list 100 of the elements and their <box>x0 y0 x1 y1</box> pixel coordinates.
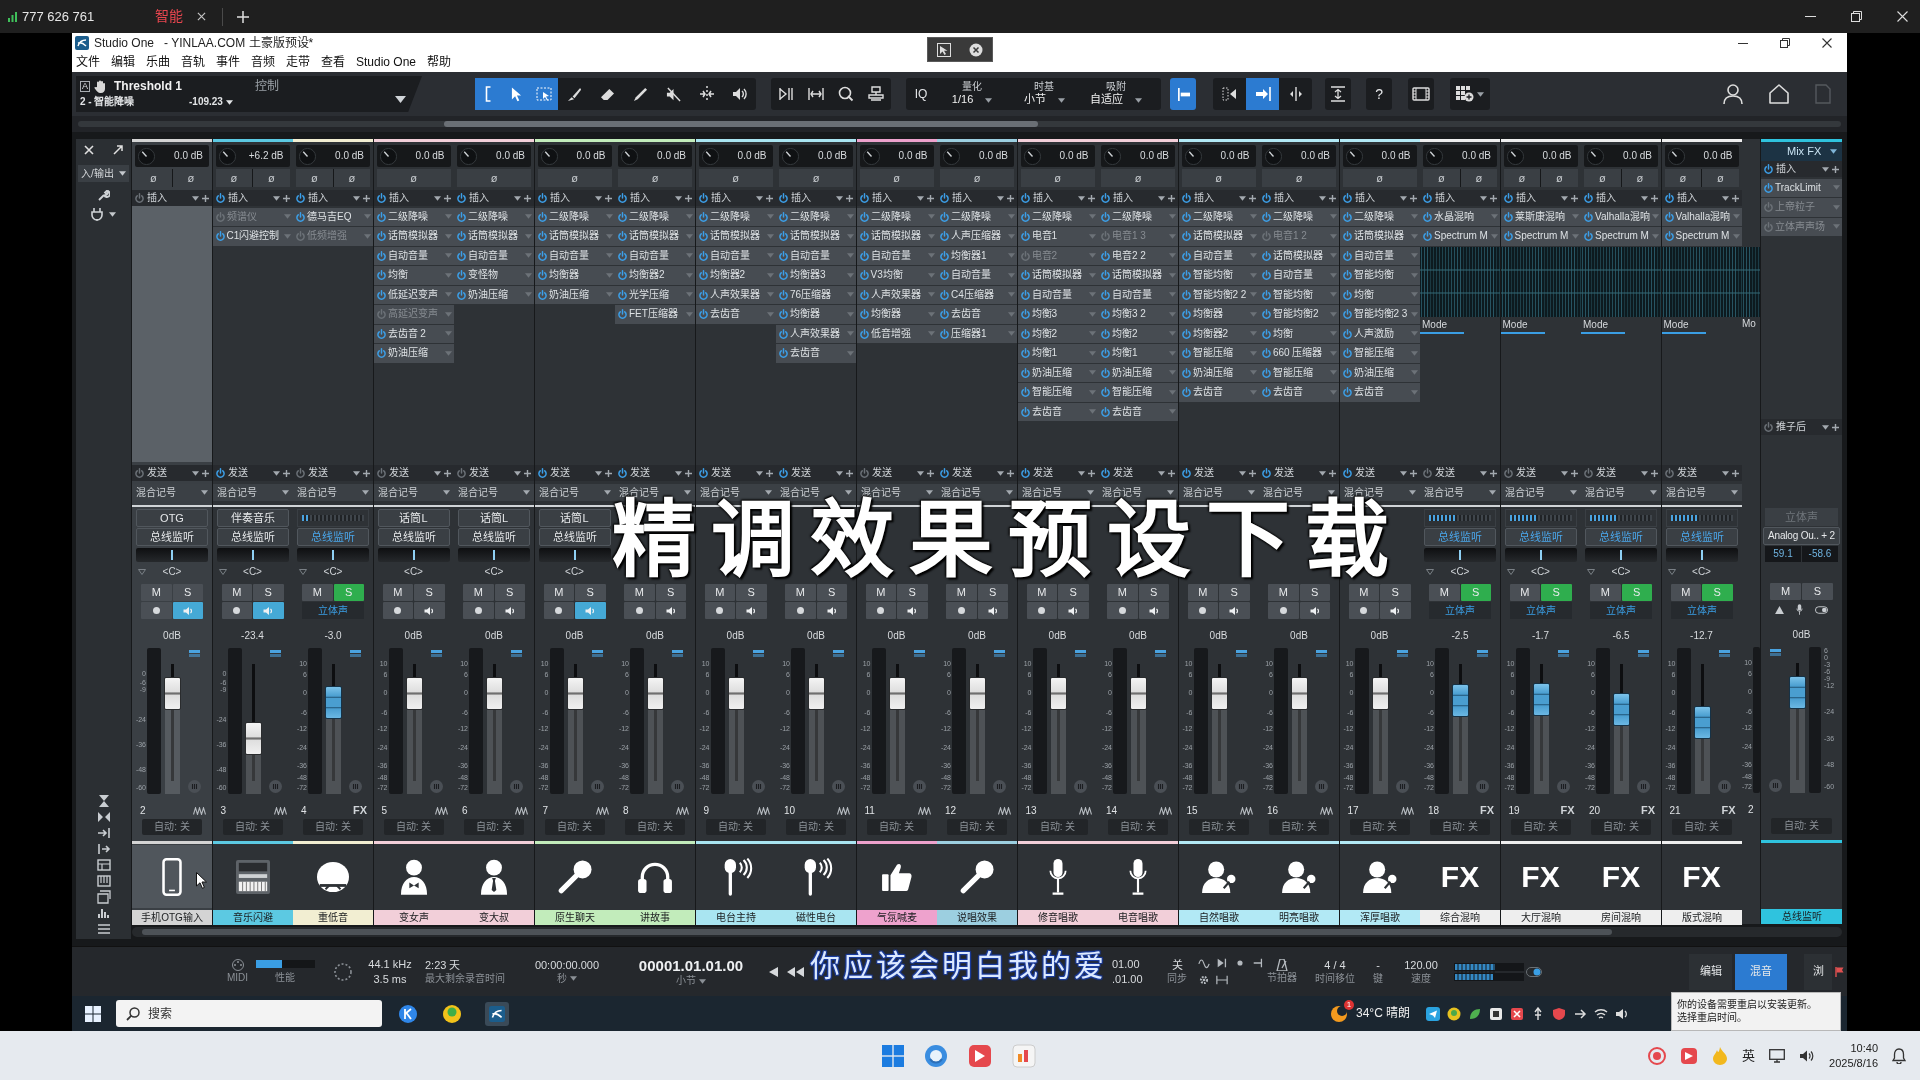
insert-slot[interactable]: 自动音量 <box>856 246 937 265</box>
caret-outline-icon[interactable] <box>1587 569 1595 575</box>
output-selector[interactable]: 总线监听 <box>538 528 611 546</box>
fader-handle[interactable] <box>1210 676 1228 710</box>
pan-slider[interactable] <box>538 548 611 562</box>
power-icon[interactable] <box>1101 309 1110 320</box>
insert-slot[interactable]: 话筒模拟器 <box>776 227 856 246</box>
record-icon[interactable] <box>1648 1046 1667 1065</box>
expand-arrow-icon[interactable] <box>113 145 123 155</box>
trim-knob[interactable] <box>540 147 558 165</box>
insert-slot[interactable]: 智能压缩 <box>1017 383 1098 402</box>
notification-bell-icon[interactable] <box>1892 1047 1906 1064</box>
inserts-header[interactable]: 插入 <box>695 190 776 206</box>
phase-button[interactable]: ø <box>940 169 1014 187</box>
inserts-header[interactable]: 插入 <box>1339 190 1420 206</box>
power-icon[interactable] <box>940 231 949 242</box>
microphone-icon[interactable] <box>1796 604 1803 615</box>
caret-outline-icon[interactable] <box>299 569 307 575</box>
power-icon[interactable] <box>296 211 305 222</box>
power-icon[interactable] <box>859 289 869 300</box>
sends-header[interactable]: 发送 <box>1178 465 1259 481</box>
phase-button[interactable]: ø <box>1541 169 1578 187</box>
vca-dropdown[interactable]: 混合记号 <box>293 484 373 501</box>
power-icon[interactable] <box>618 309 627 320</box>
insert-slot[interactable]: 奶油压缩 <box>534 285 615 304</box>
trim-knob[interactable] <box>1104 147 1121 165</box>
power-icon[interactable] <box>1342 387 1352 398</box>
inserts-header[interactable]: 插入 <box>534 190 615 206</box>
insert-slot[interactable]: Spectrum M <box>1420 227 1500 246</box>
wrench-icon[interactable] <box>97 189 110 201</box>
bar-arrow-icon[interactable] <box>96 842 111 856</box>
insert-slot[interactable]: 话筒模拟器 <box>1259 246 1339 265</box>
play-bar-icon[interactable] <box>1216 957 1228 969</box>
output-selector[interactable]: 总线监听 <box>1665 528 1738 546</box>
channel-name[interactable]: 气氛喊麦 <box>856 910 937 925</box>
power-icon[interactable] <box>698 289 708 300</box>
output-selector[interactable]: 总线监听 <box>458 528 530 546</box>
power-icon[interactable] <box>1020 211 1030 222</box>
insert-slot[interactable]: 均衡器3 <box>776 266 856 285</box>
sends-header[interactable]: 推子后 <box>1761 419 1842 435</box>
channel-name[interactable]: 修音唱歌 <box>1017 910 1098 925</box>
solo-button[interactable]: S <box>1299 584 1330 601</box>
insert-slot[interactable]: 二级降噪 <box>1017 207 1098 226</box>
power-icon[interactable] <box>1101 348 1110 359</box>
power-icon[interactable] <box>1181 270 1191 281</box>
trim-knob[interactable] <box>1667 147 1685 165</box>
inserts-header[interactable]: 插入 <box>293 190 373 206</box>
power-icon[interactable] <box>1020 406 1030 417</box>
search-field[interactable]: 搜索 <box>116 1000 382 1027</box>
power-icon[interactable] <box>779 250 788 261</box>
automation-mode[interactable]: 自动: 关 <box>947 819 1007 835</box>
automation-mode[interactable]: 自动: 关 <box>464 819 524 835</box>
mute-button[interactable]: M <box>141 584 172 601</box>
record-button[interactable] <box>865 602 896 619</box>
insert-slot[interactable]: 自动音量 <box>373 246 454 265</box>
power-icon[interactable] <box>1181 289 1191 300</box>
mute-button[interactable]: M <box>1026 584 1057 601</box>
taskbar-app-button[interactable] <box>485 1001 509 1026</box>
power-icon[interactable] <box>1020 193 1030 203</box>
square-icon[interactable] <box>1489 1006 1504 1021</box>
insert-slot[interactable]: 去齿音 <box>695 305 776 324</box>
power-icon[interactable] <box>779 328 788 339</box>
power-icon[interactable] <box>1020 367 1030 378</box>
inserts-header[interactable]: 插入 <box>454 190 534 206</box>
waveform-icon[interactable] <box>1078 807 1092 815</box>
channel-name[interactable]: 电音唱歌 <box>1098 910 1178 925</box>
insert-slot[interactable]: 去齿音 <box>937 305 1017 324</box>
output-selector[interactable]: 总线监听 <box>297 528 369 546</box>
pan-slider[interactable] <box>458 548 530 562</box>
insert-slot[interactable]: 均衡器2 <box>615 266 695 285</box>
minimize-icon[interactable] <box>1738 42 1748 44</box>
phase-button[interactable]: ø <box>1342 169 1417 187</box>
output-selector[interactable]: 总线监听 <box>1424 528 1496 546</box>
insert-slot[interactable]: 人声压缩器 <box>937 227 1017 246</box>
channel-name[interactable]: 自然唱歌 <box>1178 910 1259 925</box>
caret-icon[interactable] <box>395 96 406 103</box>
plus-icon[interactable] <box>1087 469 1095 477</box>
power-icon[interactable] <box>376 270 386 281</box>
plus-icon[interactable] <box>1329 469 1336 477</box>
plus-icon[interactable] <box>443 194 451 202</box>
insert-slot[interactable]: 人声效果器 <box>695 285 776 304</box>
insert-slot[interactable]: 自动音量 <box>1017 285 1098 304</box>
power-icon[interactable] <box>1342 289 1352 300</box>
caret-outline-icon[interactable] <box>1506 569 1515 575</box>
monitor-button[interactable] <box>1380 602 1411 619</box>
power-icon[interactable] <box>1503 193 1513 203</box>
plus-icon[interactable] <box>1087 194 1095 202</box>
plus-icon[interactable] <box>524 469 531 477</box>
power-icon[interactable] <box>1181 309 1191 320</box>
insert-slot[interactable]: 均衡 <box>373 266 454 285</box>
record-button[interactable] <box>141 602 172 619</box>
vca-dropdown[interactable]: 混合记号 <box>454 484 534 501</box>
pan-slider[interactable] <box>1424 548 1496 562</box>
inward-arrows-icon[interactable] <box>96 810 111 824</box>
automation-mode[interactable]: 自动: 关 <box>866 819 927 835</box>
phase-button[interactable]: ø <box>537 169 612 187</box>
record-button[interactable] <box>1187 602 1218 619</box>
layout-button[interactable] <box>1450 78 1491 110</box>
insert-slot[interactable]: C1闪避控制 <box>212 227 293 246</box>
solo-button[interactable]: S <box>414 584 445 601</box>
